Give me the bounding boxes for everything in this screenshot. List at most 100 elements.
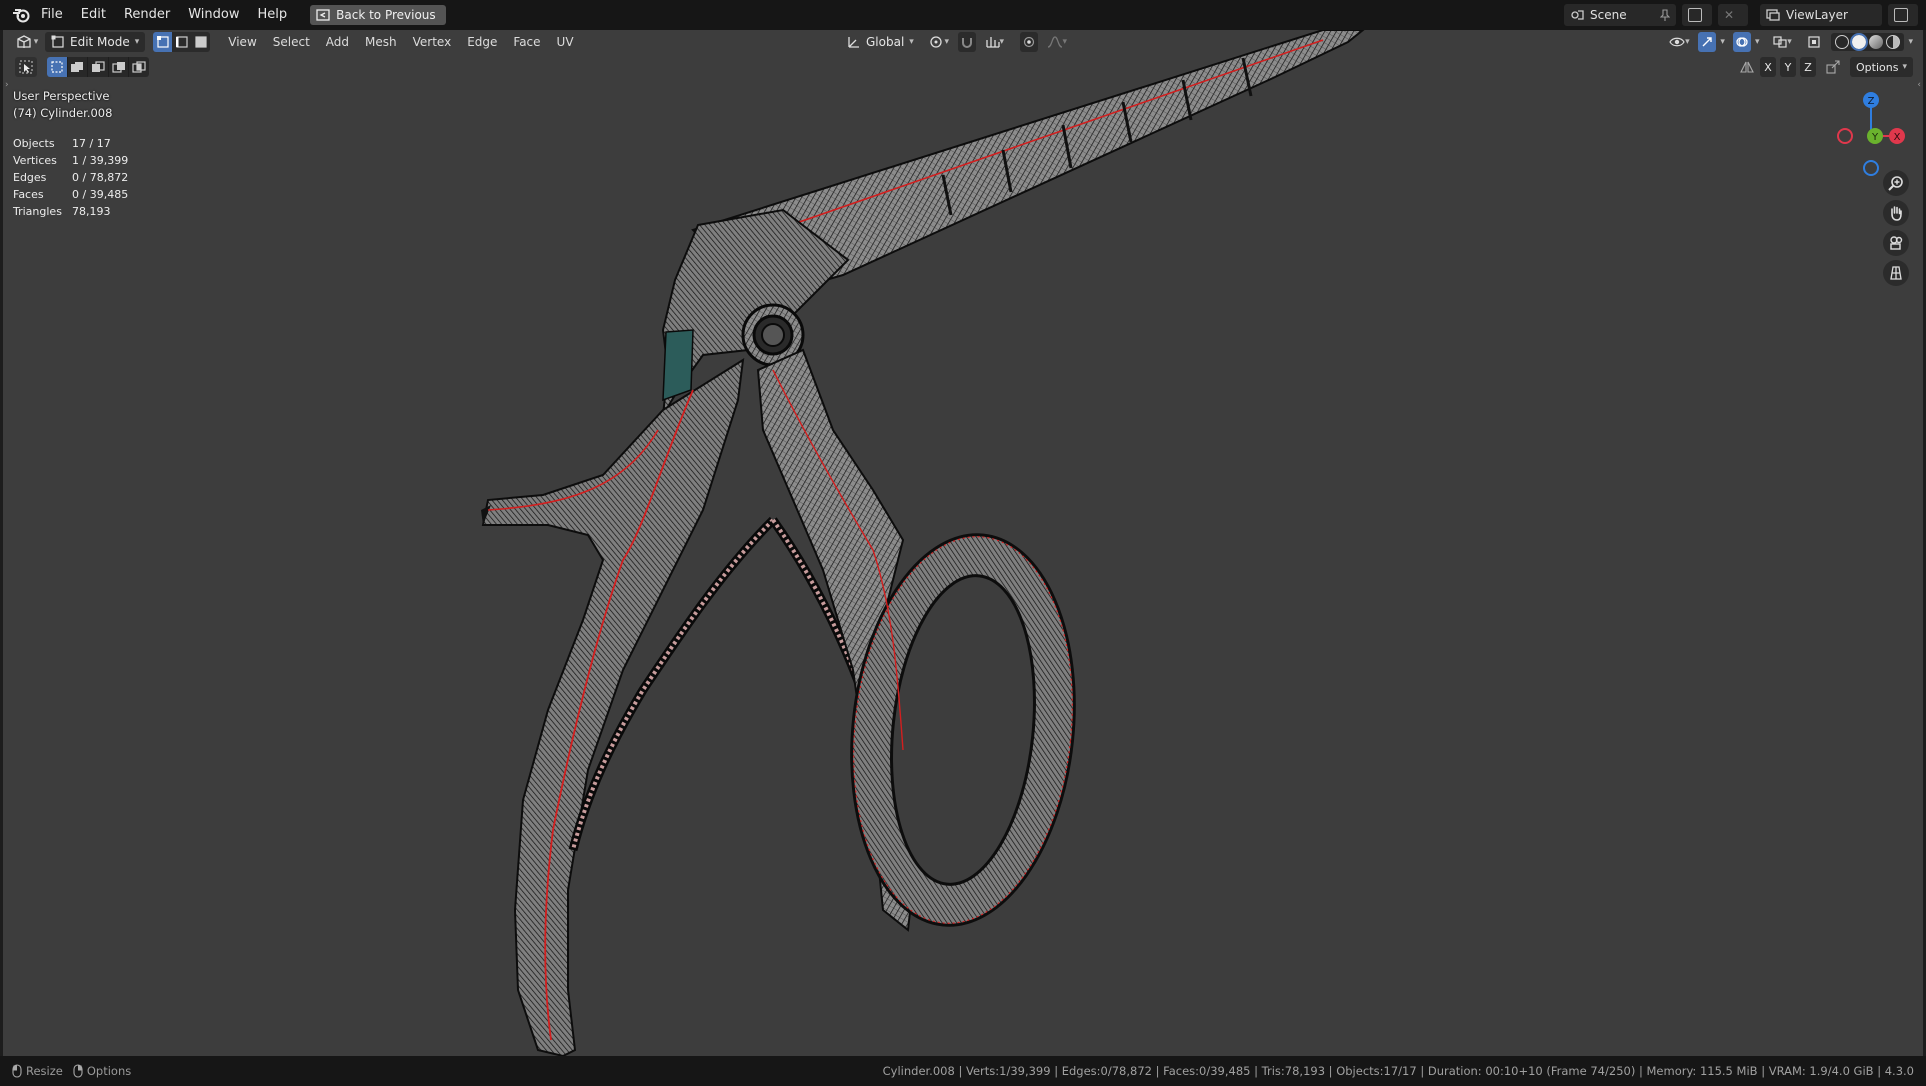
vertex-select-icon[interactable] (153, 32, 173, 52)
3d-view-icon (16, 35, 32, 49)
mesh-statistics: Objects 17 / 17 Vertices 1 / 39,399 Edges 0… (13, 135, 128, 220)
gizmo-icon (1701, 36, 1713, 48)
tool-settings-row: X Y Z Options ▾ (3, 54, 1923, 80)
intersect-selection-icon[interactable] (129, 57, 149, 77)
delete-scene-button[interactable]: ✕ (1718, 4, 1748, 26)
pivot-icon (929, 35, 945, 49)
chevron-down-icon: ▾ (1902, 62, 1907, 72)
shading-mode-toggle (1831, 33, 1905, 51)
xray-toggle[interactable] (1805, 32, 1823, 52)
left-handle-mesh[interactable] (481, 358, 745, 1056)
blender-logo-icon[interactable] (10, 4, 32, 26)
back-to-previous-label: Back to Previous (336, 8, 436, 22)
scene-name: Scene (1590, 8, 1627, 22)
stat-row: Triangles 78,193 (13, 203, 128, 220)
navigation-gizmo[interactable]: Z X Y (1831, 88, 1911, 178)
3d-viewport[interactable]: ▾ Edit Mode ▾ View Select Add Mesh Verte… (3, 30, 1923, 1056)
orientation-label: Global (866, 35, 905, 49)
perspective-toggle-button[interactable] (1883, 260, 1909, 286)
hint-resize-label: Resize (26, 1064, 63, 1078)
stat-row: Vertices 1 / 39,399 (13, 152, 128, 169)
copy-icon (1894, 8, 1908, 22)
zoom-button[interactable] (1883, 170, 1909, 196)
gizmo-neg-z[interactable] (1863, 160, 1879, 176)
chevron-down-icon[interactable]: ▾ (1755, 37, 1760, 47)
camera-view-button[interactable] (1883, 230, 1909, 256)
pin-icon[interactable] (1660, 9, 1670, 21)
new-viewlayer-button[interactable] (1888, 4, 1918, 26)
stat-value: 17 / 17 (72, 137, 111, 150)
menu-edit[interactable]: Edit (72, 0, 115, 30)
chevron-down-icon[interactable]: ▾ (1720, 37, 1725, 47)
sidebar-toggle-icon[interactable]: ‹ (1917, 80, 1921, 90)
view-name: User Perspective (13, 89, 110, 103)
stat-value: 0 / 39,485 (72, 188, 129, 201)
stat-row: Edges 0 / 78,872 (13, 169, 128, 186)
zoom-icon (1888, 175, 1904, 191)
options-dropdown[interactable]: Options ▾ (1850, 57, 1913, 77)
edge-select-icon[interactable] (172, 32, 192, 52)
pan-button[interactable] (1883, 200, 1909, 226)
menu-window[interactable]: Window (179, 0, 248, 30)
rendered-shading-icon[interactable] (1886, 35, 1901, 49)
menu-edge[interactable]: Edge (459, 35, 505, 49)
menu-file[interactable]: File (32, 0, 72, 30)
auto-merge-icon[interactable] (1826, 60, 1840, 74)
menu-face[interactable]: Face (505, 35, 548, 49)
select-mode-toggle (153, 32, 211, 52)
gizmo-toggle[interactable] (1698, 32, 1717, 52)
options-label: Options (1856, 60, 1899, 74)
snap-target-button[interactable]: ▾ (980, 32, 1010, 52)
solid-shading-icon[interactable] (1850, 33, 1869, 51)
menu-select[interactable]: Select (265, 35, 318, 49)
menu-view[interactable]: View (220, 35, 264, 49)
body-mesh[interactable] (661, 208, 850, 416)
subtract-selection-icon[interactable] (88, 57, 109, 77)
menu-render[interactable]: Render (115, 0, 179, 30)
menu-mesh[interactable]: Mesh (357, 35, 405, 49)
hand-icon (1888, 205, 1904, 221)
editor-type-button[interactable]: ▾ (13, 32, 41, 52)
transform-orientation-dropdown[interactable]: Global ▾ (841, 32, 920, 52)
status-bar: Resize Options Cylinder.008 | Verts:1/39… (0, 1056, 1926, 1086)
scene-selector[interactable]: Scene (1564, 4, 1676, 26)
viewlayer-name: ViewLayer (1786, 8, 1848, 22)
snap-toggle[interactable] (957, 32, 976, 52)
select-box-tool[interactable] (15, 57, 37, 77)
chevron-down-icon[interactable]: ▾ (1908, 37, 1913, 47)
hint-options-label: Options (86, 1064, 132, 1078)
visibility-button[interactable]: ▾ (1664, 32, 1694, 52)
viewlayer-icon (1766, 9, 1780, 21)
invert-selection-icon[interactable] (109, 57, 130, 77)
gizmo-neg-x[interactable] (1837, 128, 1853, 144)
mesh-edit-overlay-button[interactable]: ▾ (1767, 32, 1797, 52)
face-select-icon[interactable] (191, 32, 211, 52)
overlay-toggle[interactable] (1732, 32, 1751, 52)
menu-uv[interactable]: UV (549, 35, 582, 49)
mirror-y-toggle[interactable]: Y (1780, 57, 1797, 77)
new-scene-button[interactable] (1682, 4, 1712, 26)
back-to-previous-button[interactable]: Back to Previous (310, 5, 446, 25)
falloff-button[interactable]: ▾ (1042, 32, 1072, 52)
menu-add[interactable]: Add (318, 35, 357, 49)
stat-row: Objects 17 / 17 (13, 135, 128, 152)
viewlayer-selector[interactable]: ViewLayer (1760, 4, 1882, 26)
extend-selection-icon[interactable] (68, 57, 89, 77)
eye-icon (1669, 36, 1685, 48)
mesh-view[interactable] (3, 30, 1923, 1056)
falloff-curve-icon (1047, 36, 1063, 48)
pivot-point-button[interactable]: ▾ (924, 32, 954, 52)
proportional-edit-toggle[interactable] (1019, 32, 1038, 52)
material-shading-icon[interactable] (1869, 35, 1884, 49)
set-new-selection-icon[interactable] (47, 57, 68, 77)
mirror-z-toggle[interactable]: Z (1800, 57, 1817, 77)
right-handle-mesh[interactable] (756, 348, 1093, 936)
transform-controls: Global ▾ ▾ ▾ ▾ (841, 32, 1072, 52)
mirror-x-toggle[interactable]: X (1760, 57, 1777, 77)
menu-vertex[interactable]: Vertex (405, 35, 460, 49)
viewport-display-controls: ▾ ▾ ▾ ▾ ▾ (1664, 32, 1913, 52)
mode-dropdown[interactable]: Edit Mode ▾ (45, 32, 146, 52)
wireframe-shading-icon[interactable] (1835, 35, 1850, 49)
toolbar-toggle-icon[interactable]: › (5, 80, 9, 90)
menu-help[interactable]: Help (249, 0, 297, 30)
